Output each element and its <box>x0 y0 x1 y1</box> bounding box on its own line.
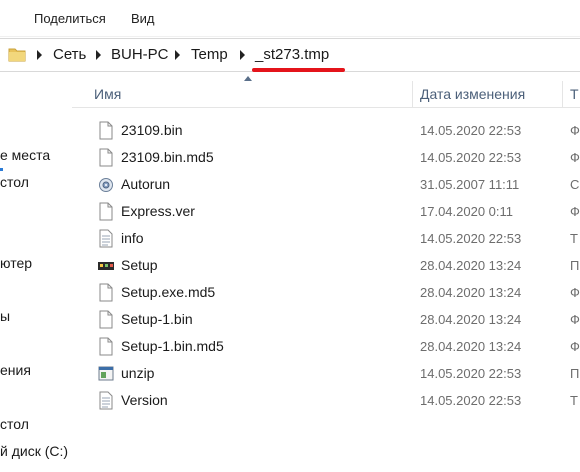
autorun-icon <box>99 178 113 192</box>
file-name: 23109.bin <box>121 122 183 138</box>
file-name: Setup.exe.md5 <box>121 284 216 300</box>
file-date: 28.04.2020 13:24 <box>420 339 522 354</box>
nav-item-downloads[interactable]: ения <box>0 362 31 378</box>
file-type: Ф <box>570 312 580 327</box>
file-date: 14.05.2020 22:53 <box>420 123 522 138</box>
file-list: Имя Дата изменения Т 23109.bin 14.05.202… <box>72 72 580 472</box>
file-date: 14.05.2020 22:53 <box>420 393 522 408</box>
file-date: 17.04.2020 0:11 <box>420 204 514 219</box>
file-row[interactable]: 23109.bin 14.05.2020 22:53 Ф <box>92 117 580 144</box>
column-divider[interactable] <box>412 81 413 107</box>
file-name: 23109.bin.md5 <box>121 149 214 165</box>
nav-item-libraries[interactable]: ы <box>0 308 10 324</box>
file-icon <box>99 148 113 167</box>
file-type: Т <box>570 231 578 246</box>
menu-view[interactable]: Вид <box>131 11 155 26</box>
file-date: 31.05.2007 11:11 <box>420 177 520 192</box>
breadcrumb-buh-pc[interactable]: BUH-PC <box>111 46 169 63</box>
address-bar[interactable]: Сеть BUH-PC Temp _st273.tmp <box>0 38 580 72</box>
file-icon <box>99 202 113 221</box>
file-name: Autorun <box>121 176 171 192</box>
file-row[interactable]: 23109.bin.md5 14.05.2020 22:53 Ф <box>92 144 580 171</box>
file-type: Т <box>570 393 578 408</box>
file-type: П <box>570 258 580 273</box>
unzip-app-icon <box>98 366 114 381</box>
file-icon <box>99 121 113 140</box>
file-row[interactable]: Express.ver 17.04.2020 0:11 Ф <box>92 198 580 225</box>
file-name: unzip <box>121 365 155 381</box>
file-type: Ф <box>570 150 580 165</box>
menu-share[interactable]: Поделиться <box>34 11 106 26</box>
file-date: 14.05.2020 22:53 <box>420 231 522 246</box>
column-divider[interactable] <box>562 81 563 107</box>
column-header-name[interactable]: Имя <box>94 86 121 102</box>
file-name: Express.ver <box>121 203 195 219</box>
breadcrumb-st273-tmp[interactable]: _st273.tmp <box>255 46 329 63</box>
navigation-pane: е места стол ютер ы ения стол й диск (C:… <box>0 72 72 472</box>
file-type: Ф <box>570 123 580 138</box>
text-file-icon <box>99 229 113 248</box>
column-header-type[interactable]: Т <box>570 86 579 102</box>
menu-bar: Поделиться Вид <box>0 0 580 37</box>
breadcrumb-chevron-icon[interactable] <box>37 50 42 60</box>
file-icon <box>99 283 113 302</box>
nav-item-recent-places[interactable]: е места <box>0 147 50 163</box>
file-icon <box>99 337 113 356</box>
file-row[interactable]: Version 14.05.2020 22:53 Т <box>92 387 580 414</box>
text-file-icon <box>99 391 113 410</box>
file-date: 14.05.2020 22:53 <box>420 366 522 381</box>
nav-item-local-disk[interactable]: й диск (C:) <box>0 443 68 459</box>
nav-item-desktop[interactable]: стол <box>0 174 29 190</box>
file-name: info <box>121 230 144 246</box>
nav-expand-marker <box>0 168 3 171</box>
file-row[interactable]: info 14.05.2020 22:53 Т <box>92 225 580 252</box>
file-type: С <box>570 177 580 192</box>
file-type: Ф <box>570 204 580 219</box>
column-header-date[interactable]: Дата изменения <box>420 86 525 102</box>
file-row[interactable]: unzip 14.05.2020 22:53 П <box>92 360 580 387</box>
file-date: 28.04.2020 13:24 <box>420 285 522 300</box>
file-name: Setup <box>121 257 158 273</box>
file-name: Version <box>121 392 168 408</box>
breadcrumb-chevron-icon[interactable] <box>240 50 245 60</box>
file-row[interactable]: Setup 28.04.2020 13:24 П <box>92 252 580 279</box>
nav-item-computer[interactable]: ютер <box>0 255 32 271</box>
file-date: 28.04.2020 13:24 <box>420 258 522 273</box>
setup-app-icon <box>98 262 114 270</box>
file-date: 28.04.2020 13:24 <box>420 312 522 327</box>
file-type: Ф <box>570 339 580 354</box>
file-row[interactable]: Autorun 31.05.2007 11:11 С <box>92 171 580 198</box>
nav-item-desktop-2[interactable]: стол <box>0 416 29 432</box>
file-type: Ф <box>570 285 580 300</box>
folder-icon <box>8 48 26 62</box>
column-header: Имя Дата изменения Т <box>72 81 580 108</box>
file-row[interactable]: Setup.exe.md5 28.04.2020 13:24 Ф <box>92 279 580 306</box>
file-name: Setup-1.bin <box>121 311 193 327</box>
breadcrumb-chevron-icon[interactable] <box>175 50 180 60</box>
breadcrumb-chevron-icon[interactable] <box>96 50 101 60</box>
file-row[interactable]: Setup-1.bin.md5 28.04.2020 13:24 Ф <box>92 333 580 360</box>
breadcrumb-temp[interactable]: Temp <box>191 46 228 63</box>
file-type: П <box>570 366 580 381</box>
file-date: 14.05.2020 22:53 <box>420 150 522 165</box>
file-name: Setup-1.bin.md5 <box>121 338 224 354</box>
breadcrumb-network[interactable]: Сеть <box>53 46 86 63</box>
file-icon <box>99 310 113 329</box>
file-row[interactable]: Setup-1.bin 28.04.2020 13:24 Ф <box>92 306 580 333</box>
